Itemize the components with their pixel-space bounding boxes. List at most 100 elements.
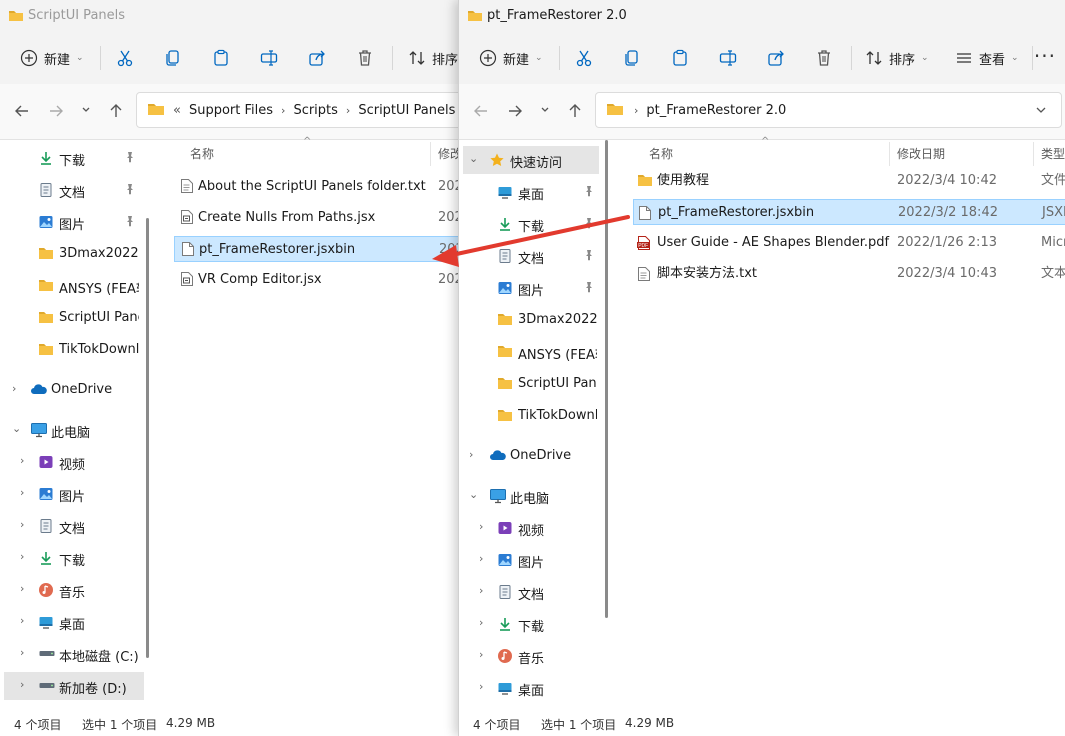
- breadcrumb-item[interactable]: Scripts: [293, 103, 337, 118]
- column-divider[interactable]: [889, 142, 890, 166]
- cut-button[interactable]: [575, 44, 593, 72]
- up-arrow-icon[interactable]: [108, 103, 124, 123]
- file-row[interactable]: 使用教程 2022/3/4 10:42 文件: [633, 168, 1065, 194]
- chevron-icon[interactable]: ›: [20, 614, 24, 627]
- file-row[interactable]: 脚本安装方法.txt 2022/3/4 10:43 文本: [633, 261, 1065, 287]
- nav-item[interactable]: › 本地磁盘 (C:): [4, 640, 144, 668]
- nav-item[interactable]: › 桌面: [4, 608, 144, 636]
- column-header-modified[interactable]: 修改日期: [897, 140, 945, 168]
- file-row[interactable]: VR Comp Editor.jsx 202: [174, 267, 470, 293]
- nav-scrollbar[interactable]: [146, 218, 149, 658]
- chevron-icon[interactable]: ⌄: [12, 422, 21, 435]
- nav-item[interactable]: ⌄ 快速访问: [463, 146, 599, 174]
- nav-item[interactable]: › OneDrive: [463, 442, 599, 470]
- nav-item[interactable]: 下载: [463, 210, 599, 238]
- file-row[interactable]: pt_FrameRestorer.jsxbin 202: [174, 236, 470, 262]
- back-arrow-icon[interactable]: [14, 103, 30, 123]
- nav-item[interactable]: › 桌面: [463, 674, 599, 702]
- rename-button[interactable]: [719, 44, 737, 72]
- chevron-icon[interactable]: ›: [12, 382, 16, 395]
- sort-button[interactable]: 排序: [408, 44, 458, 72]
- chevron-icon[interactable]: ›: [479, 584, 483, 597]
- recent-chevron-icon[interactable]: [539, 104, 551, 120]
- title-bar[interactable]: pt_FrameRestorer 2.0: [459, 0, 1065, 32]
- chevron-icon[interactable]: ›: [20, 678, 24, 691]
- paste-button[interactable]: [671, 44, 689, 72]
- more-options-icon[interactable]: ···: [1034, 44, 1056, 68]
- recent-chevron-icon[interactable]: [80, 104, 92, 120]
- chevron-icon[interactable]: ›: [20, 518, 24, 531]
- file-row[interactable]: PDF User Guide - AE Shapes Blender.pdf 202…: [633, 230, 1065, 256]
- chevron-icon[interactable]: ›: [479, 520, 483, 533]
- column-divider[interactable]: [1033, 142, 1034, 166]
- rename-button[interactable]: [260, 44, 278, 72]
- column-header-name[interactable]: 名称: [190, 140, 214, 168]
- chevron-icon[interactable]: ›: [479, 648, 483, 661]
- breadcrumb-item[interactable]: ScriptUI Panels: [358, 103, 455, 118]
- nav-item[interactable]: 3Dmax2022: [4, 240, 144, 268]
- share-button[interactable]: [308, 44, 326, 72]
- chevron-icon[interactable]: ›: [479, 552, 483, 565]
- share-button[interactable]: [767, 44, 785, 72]
- nav-item[interactable]: › 视频: [4, 448, 144, 476]
- nav-item[interactable]: 3Dmax2022: [463, 306, 599, 334]
- nav-item[interactable]: 下载: [4, 144, 144, 172]
- chevron-icon[interactable]: ⌄: [469, 488, 478, 501]
- column-header-name[interactable]: 名称: [649, 140, 673, 168]
- copy-button[interactable]: [164, 44, 182, 72]
- nav-item[interactable]: ScriptUI Panel: [463, 370, 599, 398]
- nav-item[interactable]: TikTokDownlc: [463, 402, 599, 430]
- chevron-icon[interactable]: ›: [479, 680, 483, 693]
- file-row[interactable]: pt_FrameRestorer.jsxbin 2022/3/2 18:42 JSX…: [633, 199, 1065, 225]
- nav-item[interactable]: › 音乐: [4, 576, 144, 604]
- nav-item[interactable]: ANSYS (FEA软: [4, 272, 144, 300]
- nav-item[interactable]: ScriptUI Panel: [4, 304, 144, 332]
- nav-scrollbar[interactable]: [605, 140, 608, 618]
- address-dropdown-icon[interactable]: [1035, 104, 1047, 120]
- new-button[interactable]: 新建 ⌄: [20, 44, 84, 72]
- cut-button[interactable]: [116, 44, 134, 72]
- nav-item[interactable]: 文档: [463, 242, 599, 270]
- nav-item[interactable]: TikTokDownlc: [4, 336, 144, 364]
- chevron-icon[interactable]: ›: [20, 582, 24, 595]
- nav-item[interactable]: › 图片: [4, 480, 144, 508]
- nav-item[interactable]: 图片: [4, 208, 144, 236]
- title-bar[interactable]: ScriptUI Panels: [0, 0, 470, 32]
- chevron-icon[interactable]: ›: [20, 646, 24, 659]
- paste-button[interactable]: [212, 44, 230, 72]
- nav-item[interactable]: › 文档: [4, 512, 144, 540]
- nav-item[interactable]: › 下载: [463, 610, 599, 638]
- chevron-icon[interactable]: ›: [20, 550, 24, 563]
- nav-item[interactable]: › 视频: [463, 514, 599, 542]
- column-header-type[interactable]: 类型: [1041, 140, 1065, 168]
- view-button[interactable]: 查看 ⌄: [955, 44, 1019, 72]
- chevron-icon[interactable]: ⌄: [469, 152, 478, 165]
- nav-item[interactable]: 桌面: [463, 178, 599, 206]
- breadcrumb-item[interactable]: Support Files: [189, 103, 273, 118]
- new-button[interactable]: 新建 ⌄: [479, 44, 543, 72]
- copy-button[interactable]: [623, 44, 641, 72]
- nav-item[interactable]: ⌄ 此电脑: [463, 482, 599, 510]
- nav-item[interactable]: 文档: [4, 176, 144, 204]
- chevron-icon[interactable]: ›: [20, 486, 24, 499]
- back-arrow-icon[interactable]: [473, 103, 489, 123]
- breadcrumb-overflow[interactable]: «: [173, 103, 181, 118]
- nav-item[interactable]: › 文档: [463, 578, 599, 606]
- nav-item[interactable]: ⌄ 此电脑: [4, 416, 144, 444]
- column-divider[interactable]: [430, 142, 431, 166]
- address-bar[interactable]: › pt_FrameRestorer 2.0: [595, 92, 1062, 128]
- file-row[interactable]: About the ScriptUI Panels folder.txt 202: [174, 174, 470, 200]
- nav-item[interactable]: › 音乐: [463, 642, 599, 670]
- up-arrow-icon[interactable]: [567, 103, 583, 123]
- nav-item[interactable]: › 下载: [4, 544, 144, 572]
- address-bar[interactable]: « Support Files › Scripts › ScriptUI Pan…: [136, 92, 470, 128]
- delete-button[interactable]: [356, 44, 374, 72]
- file-row[interactable]: Create Nulls From Paths.jsx 202: [174, 205, 470, 231]
- nav-item[interactable]: › 新加卷 (D:): [4, 672, 144, 700]
- chevron-icon[interactable]: ›: [20, 454, 24, 467]
- nav-item[interactable]: 图片: [463, 274, 599, 302]
- sort-button[interactable]: 排序 ⌄: [865, 44, 929, 72]
- breadcrumb-item[interactable]: pt_FrameRestorer 2.0: [646, 103, 786, 118]
- nav-item[interactable]: ANSYS (FEA软: [463, 338, 599, 366]
- nav-item[interactable]: › 图片: [463, 546, 599, 574]
